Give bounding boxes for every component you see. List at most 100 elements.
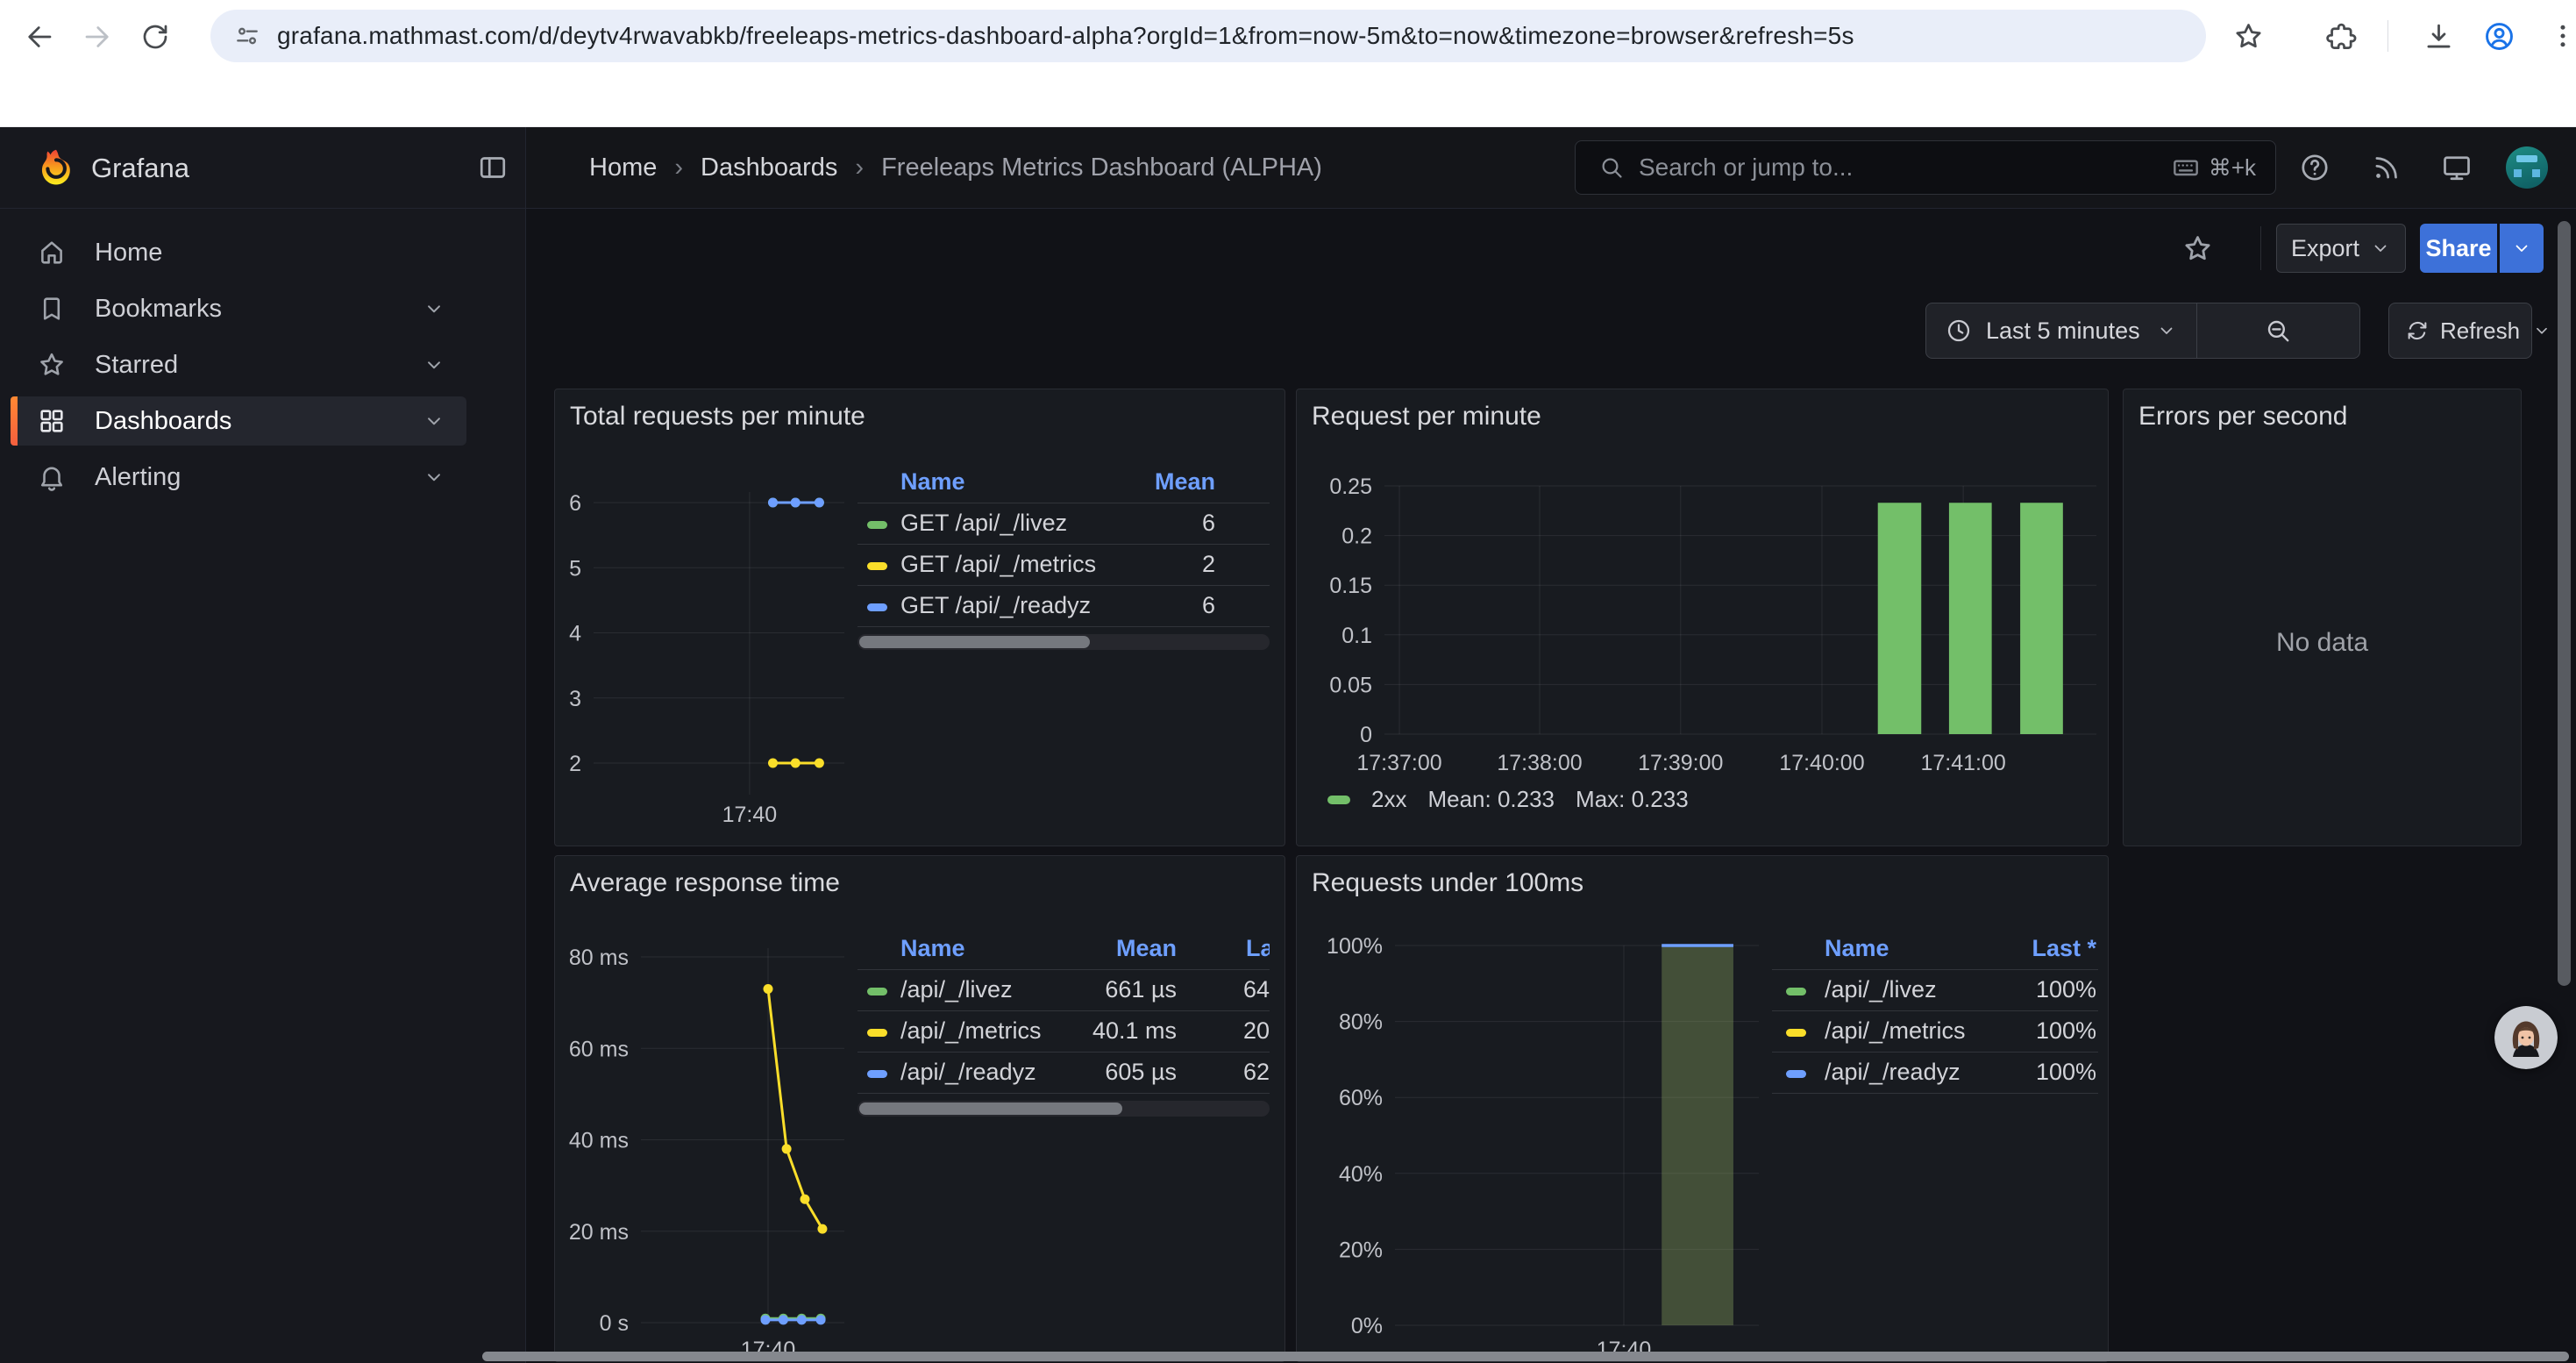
downloads-icon[interactable] [2423,20,2455,53]
legend-series-name[interactable]: GET /api/_/metrics [900,551,1096,578]
legend-series-name[interactable]: /api/_/livez [1825,976,1937,1003]
profile-icon[interactable] [2482,19,2516,54]
legend-value: 661 µs [1105,976,1177,1003]
legend-col-name[interactable]: Name [900,935,965,962]
grafana-topnav-left: Grafana [0,127,526,208]
breadcrumb-dashboards[interactable]: Dashboards [701,153,837,182]
panel-title[interactable]: Request per minute [1312,402,1541,432]
legend-value: 620 [1243,1059,1270,1086]
share-menu-button[interactable] [2500,224,2544,273]
assistant-avatar[interactable] [2494,1006,2558,1069]
back-icon[interactable] [24,21,55,53]
share-button[interactable]: Share [2420,224,2497,273]
svg-text:4: 4 [569,622,581,646]
legend-swatch[interactable] [1786,1070,1806,1078]
legend-separator [1772,969,2098,970]
time-range-picker[interactable]: Last 5 minutes [1925,303,2360,359]
home-icon [37,238,67,268]
panel-title[interactable]: Requests under 100ms [1312,868,1583,898]
sidebar-item-home[interactable]: Home [11,228,466,277]
breadcrumb-home[interactable]: Home [589,153,657,182]
favorite-dashboard-star-icon[interactable] [2181,232,2214,265]
requests-under-100ms-legend: Name Last * /api/_/livez 100% /api/_/metrics… [1772,933,2098,1135]
legend-swatch[interactable] [867,988,887,995]
export-label: Export [2291,235,2359,262]
zoom-out-icon[interactable] [2197,317,2359,345]
vertical-scrollbar[interactable] [2558,221,2571,986]
horizontal-scrollbar[interactable] [482,1352,2569,1361]
sidebar-item-alerting[interactable]: Alerting [11,453,466,502]
legend-swatch[interactable] [867,1070,887,1078]
sidebar-toggle-icon[interactable] [477,152,509,183]
svg-text:0.2: 0.2 [1341,525,1372,549]
legend-value: 40.1 ms [1092,1017,1177,1045]
sidebar-item-starred[interactable]: Starred [11,340,466,389]
bell-icon [37,462,67,492]
legend-series-name[interactable]: GET /api/_/readyz [900,592,1091,619]
grafana-topnav: Grafana Home › Dashboards › Freeleaps Me… [0,127,2576,209]
reload-icon[interactable] [139,21,171,53]
legend-value: 6 [1202,592,1215,619]
svg-text:17:38:00: 17:38:00 [1497,751,1582,775]
legend-value: 100% [2036,976,2096,1003]
svg-text:60%: 60% [1339,1086,1383,1110]
chevron-down-icon[interactable] [423,353,445,376]
chevron-down-icon[interactable] [423,466,445,489]
sidebar-item-label: Dashboards [95,407,231,436]
refresh-button[interactable]: Refresh [2388,303,2532,359]
panel-title[interactable]: Errors per second [2138,402,2347,432]
legend-scrollbar[interactable] [857,1101,1270,1117]
bookmark-star-icon[interactable] [2232,20,2265,53]
legend-swatch[interactable] [867,562,887,570]
legend-swatch[interactable] [867,1029,887,1037]
legend-value: 100% [2036,1017,2096,1045]
chevron-down-icon[interactable] [423,297,445,320]
legend-col-name[interactable]: Name [1825,935,1889,962]
site-settings-icon[interactable] [233,22,261,50]
grafana-logo[interactable] [35,146,77,189]
legend-swatch[interactable] [1786,988,1806,995]
legend-swatch[interactable] [867,521,887,529]
legend-swatch[interactable] [867,603,887,611]
legend-series-name[interactable]: /api/_/readyz [900,1059,1036,1086]
legend-swatch[interactable] [1327,796,1350,804]
legend-series-name[interactable]: /api/_/readyz [1825,1059,1960,1086]
legend-series-name[interactable]: /api/_/metrics [1825,1017,1966,1045]
panel-legend-inline[interactable]: 2xx Mean: 0.233 Max: 0.233 [1327,786,1689,813]
help-icon[interactable] [2299,152,2330,183]
chevron-down-icon[interactable] [423,410,445,432]
news-rss-icon[interactable] [2371,152,2402,183]
url-text[interactable]: grafana.mathmast.com/d/deytv4rwavabkb/fr… [277,22,2206,50]
sidebar-item-label: Starred [95,351,178,380]
legend-col-1[interactable]: Las [1246,935,1270,962]
legend-scrollbar[interactable] [857,634,1270,650]
panel-title[interactable]: Average response time [570,868,840,898]
chevron-down-icon[interactable] [2532,321,2551,340]
avatar-detail [2532,169,2540,177]
legend-col-0[interactable]: Mean [1155,468,1215,496]
svg-text:80%: 80% [1339,1010,1383,1035]
menu-kebab-icon[interactable] [2547,20,2576,52]
legend-swatch[interactable] [1786,1029,1806,1037]
forward-icon[interactable] [82,21,113,53]
avatar-detail [2516,155,2537,162]
legend-value: 605 µs [1105,1059,1177,1086]
sidebar-item-dashboards[interactable]: Dashboards [11,396,466,446]
panel-title[interactable]: Total requests per minute [570,402,865,432]
legend-series-name[interactable]: /api/_/livez [900,976,1013,1003]
user-avatar[interactable] [2506,146,2548,189]
search-input[interactable]: Search or jump to... ⌘+k [1575,140,2276,195]
extensions-icon[interactable] [2325,20,2358,53]
svg-text:0.25: 0.25 [1329,475,1372,499]
legend-series-name[interactable]: GET /api/_/livez [900,510,1067,537]
legend-col-0[interactable]: Mean [1116,935,1177,962]
legend-series-name[interactable]: /api/_/metrics [900,1017,1042,1045]
export-button[interactable]: Export [2276,224,2406,273]
kiosk-monitor-icon[interactable] [2441,152,2473,183]
legend-col-0[interactable]: Last * [2032,935,2096,962]
sidebar-item-bookmarks[interactable]: Bookmarks [11,284,466,333]
svg-text:60 ms: 60 ms [569,1037,629,1061]
legend-series-name[interactable]: 2xx [1371,786,1406,813]
address-bar[interactable]: grafana.mathmast.com/d/deytv4rwavabkb/fr… [210,10,2206,62]
legend-col-name[interactable]: Name [900,468,965,496]
